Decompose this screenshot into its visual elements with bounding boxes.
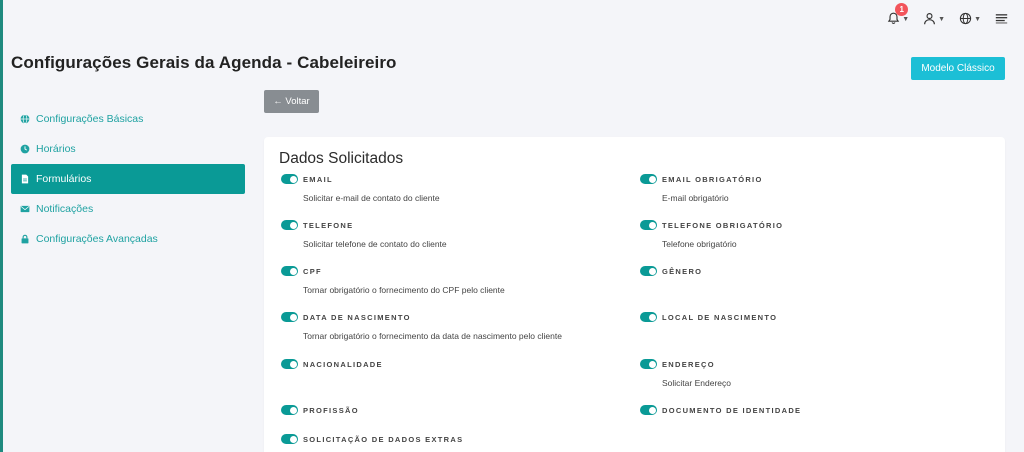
file-icon: [21, 174, 29, 184]
user-menu-button[interactable]: ▼: [923, 12, 945, 25]
page-title: Configurações Gerais da Agenda - Cabelei…: [11, 53, 397, 72]
requested-data-card: Dados Solicitados EMAIL Solicitar e-mail…: [264, 137, 1005, 452]
sidebar-item-forms[interactable]: Formulários: [11, 164, 245, 194]
field-phone: TELEFONE Solicitar telefone de contato d…: [281, 220, 447, 249]
field-description: Solicitar telefone de contato do cliente: [303, 239, 447, 249]
field-address: ENDEREÇO Solicitar Endereço: [640, 359, 731, 388]
field-gender: GÊNERO: [640, 266, 702, 276]
email-required-toggle[interactable]: [640, 174, 657, 184]
extra-data-toggle[interactable]: [281, 434, 298, 444]
sidebar-item-label: Horários: [36, 143, 76, 155]
sidebar-item-schedules[interactable]: Horários: [11, 134, 245, 164]
field-label: DOCUMENTO DE IDENTIDADE: [662, 405, 802, 415]
field-description: Solicitar e-mail de contato do cliente: [303, 193, 440, 203]
classic-model-button[interactable]: Modelo Clássico: [911, 57, 1005, 80]
menu-icon: [995, 13, 1008, 23]
field-cpf: CPF Tornar obrigatório o fornecimento do…: [281, 266, 505, 295]
field-description: E-mail obrigatório: [662, 193, 729, 203]
profession-toggle[interactable]: [281, 405, 298, 415]
field-birth-place: LOCAL DE NASCIMENTO: [640, 312, 777, 322]
sidebar-item-label: Notificações: [36, 203, 94, 215]
sidebar-item-label: Configurações Avançadas: [36, 233, 158, 245]
card-title: Dados Solicitados: [279, 150, 404, 167]
envelope-icon: [20, 205, 30, 213]
sidebar-item-label: Formulários: [36, 173, 92, 185]
field-label: EMAIL: [303, 174, 333, 184]
field-extra-data: SOLICITAÇÃO DE DADOS EXTRAS: [281, 434, 463, 444]
field-label: SOLICITAÇÃO DE DADOS EXTRAS: [303, 434, 464, 444]
language-menu-button[interactable]: ▼: [959, 12, 981, 25]
field-label: TELEFONE: [303, 220, 354, 230]
chevron-down-icon: ▼: [902, 15, 910, 23]
sidebar-item-advanced-settings[interactable]: Configurações Avançadas: [11, 224, 245, 254]
field-description: Telefone obrigatório: [662, 239, 737, 249]
field-label: NACIONALIDADE: [303, 359, 383, 369]
field-description: Tornar obrigatório o fornecimento da dat…: [303, 331, 562, 341]
user-icon: [924, 12, 936, 24]
id-document-toggle[interactable]: [640, 405, 657, 415]
field-label: DATA DE NASCIMENTO: [303, 312, 411, 322]
sidebar-item-label: Configurações Básicas: [36, 113, 144, 125]
back-button[interactable]: ← Voltar: [264, 90, 319, 113]
field-label: GÊNERO: [662, 266, 703, 276]
sidebar-item-basic-settings[interactable]: Configurações Básicas: [11, 104, 245, 134]
notifications-button[interactable]: 1 ▼: [887, 2, 910, 25]
field-email-required: EMAIL OBRIGATÓRIO E-mail obrigatório: [640, 174, 763, 203]
globe-icon: [20, 114, 30, 124]
sidebar-item-notifications[interactable]: Notificações: [11, 194, 245, 224]
phone-required-toggle[interactable]: [640, 220, 657, 230]
address-toggle[interactable]: [640, 359, 657, 369]
field-label: CPF: [303, 266, 322, 276]
window-edge: [0, 0, 3, 452]
field-profession: PROFISSÃO: [281, 405, 359, 415]
field-id-document: DOCUMENTO DE IDENTIDADE: [640, 405, 801, 415]
field-description: Solicitar Endereço: [662, 378, 731, 388]
field-phone-required: TELEFONE OBRIGATÓRIO Telefone obrigatóri…: [640, 220, 783, 249]
email-toggle[interactable]: [281, 174, 298, 184]
clock-icon: [20, 144, 30, 154]
field-email: EMAIL Solicitar e-mail de contato do cli…: [281, 174, 440, 203]
field-label: TELEFONE OBRIGATÓRIO: [662, 220, 784, 230]
field-label: EMAIL OBRIGATÓRIO: [662, 174, 763, 184]
field-label: ENDEREÇO: [662, 359, 715, 369]
globe-icon: [959, 12, 972, 24]
sidebar: Configurações Básicas Horários Formulári…: [11, 104, 245, 254]
field-label: PROFISSÃO: [303, 405, 359, 415]
top-bar: 1 ▼ ▼ ▼: [887, 0, 1024, 36]
field-description: Tornar obrigatório o fornecimento do CPF…: [303, 285, 505, 295]
nationality-toggle[interactable]: [281, 359, 298, 369]
cpf-toggle[interactable]: [281, 266, 298, 276]
notification-badge: 1: [895, 2, 909, 16]
field-nationality: NACIONALIDADE: [281, 359, 383, 369]
menu-button[interactable]: [995, 13, 1008, 24]
birth-place-toggle[interactable]: [640, 312, 657, 322]
chevron-down-icon: ▼: [974, 15, 981, 23]
lock-icon: [21, 234, 29, 244]
field-birth-date: DATA DE NASCIMENTO Tornar obrigatório o …: [281, 312, 562, 341]
birth-date-toggle[interactable]: [281, 312, 298, 322]
phone-toggle[interactable]: [281, 220, 298, 230]
gender-toggle[interactable]: [640, 266, 657, 276]
field-label: LOCAL DE NASCIMENTO: [662, 312, 778, 322]
chevron-down-icon: ▼: [938, 15, 946, 23]
